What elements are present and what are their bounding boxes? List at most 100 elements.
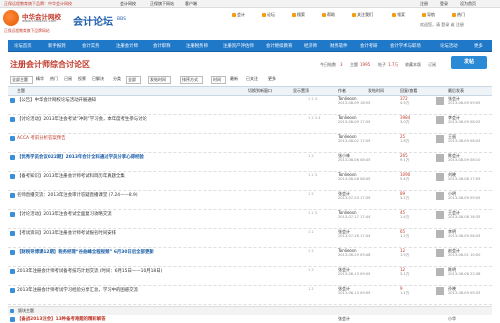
table-row[interactable]: 【讨论活动】2013年注会考试全面复习攻略交流 1 2 3 Tonlieosn 201… (8, 209, 492, 229)
avatar[interactable] (436, 135, 444, 143)
avatar[interactable] (436, 211, 444, 219)
thread-title[interactable]: 2013年注册会计师考试学习经验分享汇总，学习中的困惑交流 (17, 287, 138, 293)
top-link-sites[interactable]: 正保旗下网站 (150, 1, 174, 7)
avatar[interactable] (436, 116, 444, 124)
page: 正保远程教育旗下品牌：中华会计网校 会计网校 正保旗下网站 客户端 注册 登录 … (0, 0, 500, 323)
nav-item-economist[interactable]: 经济师 (304, 43, 317, 49)
filter-all-topics[interactable]: 全部主题 (10, 76, 33, 84)
nav-item-cpa[interactable]: 注册会计师 (116, 43, 138, 49)
nav-item-software[interactable]: 财务软件 (330, 43, 348, 49)
filter-sort-select[interactable]: 排序方式 (180, 76, 203, 84)
nav-item-assessor[interactable]: 注册资产评估师 (223, 43, 254, 49)
thread-title[interactable]: 【财税导博课12期】税务经理“谷曲峰全程视频” 6月30日后全部更新 (17, 249, 154, 255)
thread-title[interactable]: 【备战2013注会】13种备考难题的精彩解答 (17, 316, 106, 322)
thread-pages[interactable]: 1 2 3 (308, 211, 317, 215)
header-link-help[interactable]: 帮助 (322, 12, 335, 18)
top-link-client[interactable]: 客户端 (185, 1, 197, 7)
top-link-brand[interactable]: 正保远程教育旗下品牌：中华会计网校 (4, 1, 72, 7)
filter-more[interactable]: 更多 (268, 76, 276, 82)
filter-solved[interactable]: 已解决 (92, 76, 104, 82)
header-link-forum[interactable]: 论坛 (262, 12, 275, 18)
table-row[interactable]: 2013年注册会计师考试学习经验分享汇总，学习中的困惑交流 1 2 张会计 2013-… (8, 285, 492, 305)
table-row[interactable]: ACCA 考前分析答案预告 Tonlieosn 2013-08-02 17:05 25… (8, 133, 492, 153)
table-row[interactable]: 【公告】中华会计网校论坛活动开展通知 1 2 3 Tonlieosn 2013-08-… (8, 95, 492, 115)
avatar[interactable] (436, 249, 444, 257)
table-row[interactable]: 2013年注册会计师考试备考技巧计划交流 (时间：6月15日——10月18日) 1… (8, 266, 492, 286)
header-link-prize[interactable]: 领奖 (392, 12, 405, 18)
favorite-forum-link[interactable]: 收藏本版 (405, 62, 421, 68)
filter-bar: 全部主题 精华 热门 已阅 投票 已解决 分类 全部 发帖时间 排序方式 时间 … (8, 74, 492, 84)
thread-title[interactable]: 名师直播交流：2013年注会审计答疑直播课堂 (7.24——8.9) (17, 192, 138, 198)
thread-pages[interactable]: 1 2 3 4 (308, 116, 321, 120)
table-row[interactable]: 【讨论活动】2013年注会考试“冲刺”学习会，本年度考生参与讨论 1 2 3 4T… (8, 114, 492, 134)
filter-category-select[interactable]: 全部 (126, 76, 141, 84)
filter-time-select[interactable]: 发帖时间 (148, 76, 171, 84)
thread-pages[interactable]: 1 2 (308, 154, 314, 158)
header-link-accounting[interactable]: 会计 (232, 12, 245, 18)
nav-item-academic[interactable]: 会计学术与职场 (390, 43, 421, 49)
filter-latest[interactable]: 最新 (230, 76, 238, 82)
thread-title[interactable]: 2013年注册会计师考试备考技巧计划交流 (时间：6月15日——10月18日) (17, 268, 162, 274)
thread-last-poster[interactable]: 小华 (448, 316, 456, 322)
header-link-follow[interactable]: 关注我们 (352, 12, 373, 18)
filter-sort-time[interactable]: 时间 (211, 76, 226, 84)
header-link-search[interactable]: 搜索 (292, 12, 305, 18)
thread-title[interactable]: 【备考知识】2013年注册会计师考试科目历年真题全集 (17, 173, 125, 179)
thread-pages[interactable]: 1 2 (308, 230, 314, 234)
filter-followed[interactable]: 已关注 (246, 76, 258, 82)
new-window-toggle[interactable]: 切换到新窗口 (248, 88, 272, 94)
nav-item-exam[interactable]: 会计考研 (360, 43, 378, 49)
nav-item-continuing[interactable]: 会计继续教育 (266, 43, 292, 49)
thread-title[interactable]: 【考试资讯】2013年注册会计师考试报名时间安排 (17, 230, 116, 236)
nav-item-events[interactable]: 论坛活动 (440, 43, 458, 49)
avatar[interactable] (436, 287, 444, 295)
thread-pages[interactable]: 1 2 (308, 192, 314, 196)
thread-pages[interactable]: 1 2 (308, 249, 314, 253)
filter-read[interactable]: 已阅 (64, 76, 72, 82)
thread-pages[interactable]: 1 2 (308, 287, 314, 291)
nav-item-title[interactable]: 会计职称 (153, 43, 171, 49)
avatar[interactable] (436, 97, 444, 105)
thread-pages[interactable]: 1 2 (308, 268, 314, 272)
thread-title[interactable]: 【公告】中华会计网校论坛活动开展通知 (17, 97, 96, 103)
avatar[interactable] (436, 268, 444, 276)
header-link-navigation[interactable]: 导航 (422, 12, 435, 18)
thread-pages[interactable]: 1 2 3 (308, 173, 317, 177)
forum-name[interactable]: 会计论坛 (73, 13, 113, 28)
filter-poll[interactable]: 投票 (78, 76, 86, 82)
thread-title[interactable]: 【讨论活动】2013年注会考试“冲刺”学习会，本年度考生参与讨论 (17, 116, 147, 122)
table-row[interactable]: 【财税导博课12期】税务经理“谷曲峰全程视频” 6月30日后全部更新 1 2 Ton… (8, 247, 492, 267)
avatar[interactable] (436, 154, 444, 162)
new-post-button[interactable]: 发帖 (451, 56, 487, 69)
table-row[interactable]: 名师直播交流：2013年注会审计答疑直播课堂 (7.24——8.9) 1 2 张会计… (8, 190, 492, 210)
logo-icon[interactable] (3, 10, 19, 26)
register-link[interactable]: 注册 (420, 1, 428, 7)
login-link[interactable]: 登录 (440, 1, 448, 7)
avatar[interactable] (436, 173, 444, 181)
table-row[interactable]: 【备战2013注会】13种备考难题的精彩解答 张会计 小华 (8, 315, 492, 323)
table-row[interactable]: 【考试资讯】2013年注册会计师考试报名时间安排 1 2 张会计 2013-07-16… (8, 228, 492, 248)
avatar[interactable] (436, 192, 444, 200)
show-pinned-toggle[interactable]: 显示置顶 (293, 88, 309, 94)
thread-last-date: 2013-08-09 08:10 (448, 158, 481, 162)
table-row[interactable]: 【优秀学员会议022期】2013年会计全科通过学员分享心得经验 1 2 张小林 201… (8, 152, 492, 172)
table-row[interactable]: 【备考知识】2013年注册会计师考试科目历年真题全集 1 2 3 Tonlieosn… (8, 171, 492, 191)
thread-title[interactable]: 【优秀学员会议022期】2013年会计全科通过学员分享心得经验 (17, 154, 144, 160)
top-link-school[interactable]: 会计网校 (120, 1, 136, 7)
nav-item-more[interactable]: 更多 (474, 43, 483, 49)
filter-digest[interactable]: 精华 (36, 76, 44, 82)
nav-item-practice[interactable]: 会计实务 (82, 43, 100, 49)
filter-hot[interactable]: 热门 (50, 76, 58, 82)
hot-icon (452, 13, 456, 17)
nav-item-tax[interactable]: 注册税务师 (186, 43, 208, 49)
thread-pages[interactable]: 1 2 3 (308, 97, 317, 101)
nav-item-newbie[interactable]: 新手报到 (48, 43, 66, 49)
nav-item-home[interactable]: 论坛首页 (14, 43, 32, 49)
avatar[interactable] (436, 230, 444, 238)
subscribe-link[interactable]: 订阅 (428, 62, 436, 68)
thread-title[interactable]: ACCA 考前分析答案预告 (17, 135, 66, 141)
thread-author[interactable]: 张会计 (338, 316, 350, 322)
header-link-hot[interactable]: 热门 (452, 12, 465, 18)
thread-title[interactable]: 【讨论活动】2013年注会考试全面复习攻略交流 (17, 211, 112, 217)
set-homepage-link[interactable]: 设为首页 (460, 1, 476, 7)
